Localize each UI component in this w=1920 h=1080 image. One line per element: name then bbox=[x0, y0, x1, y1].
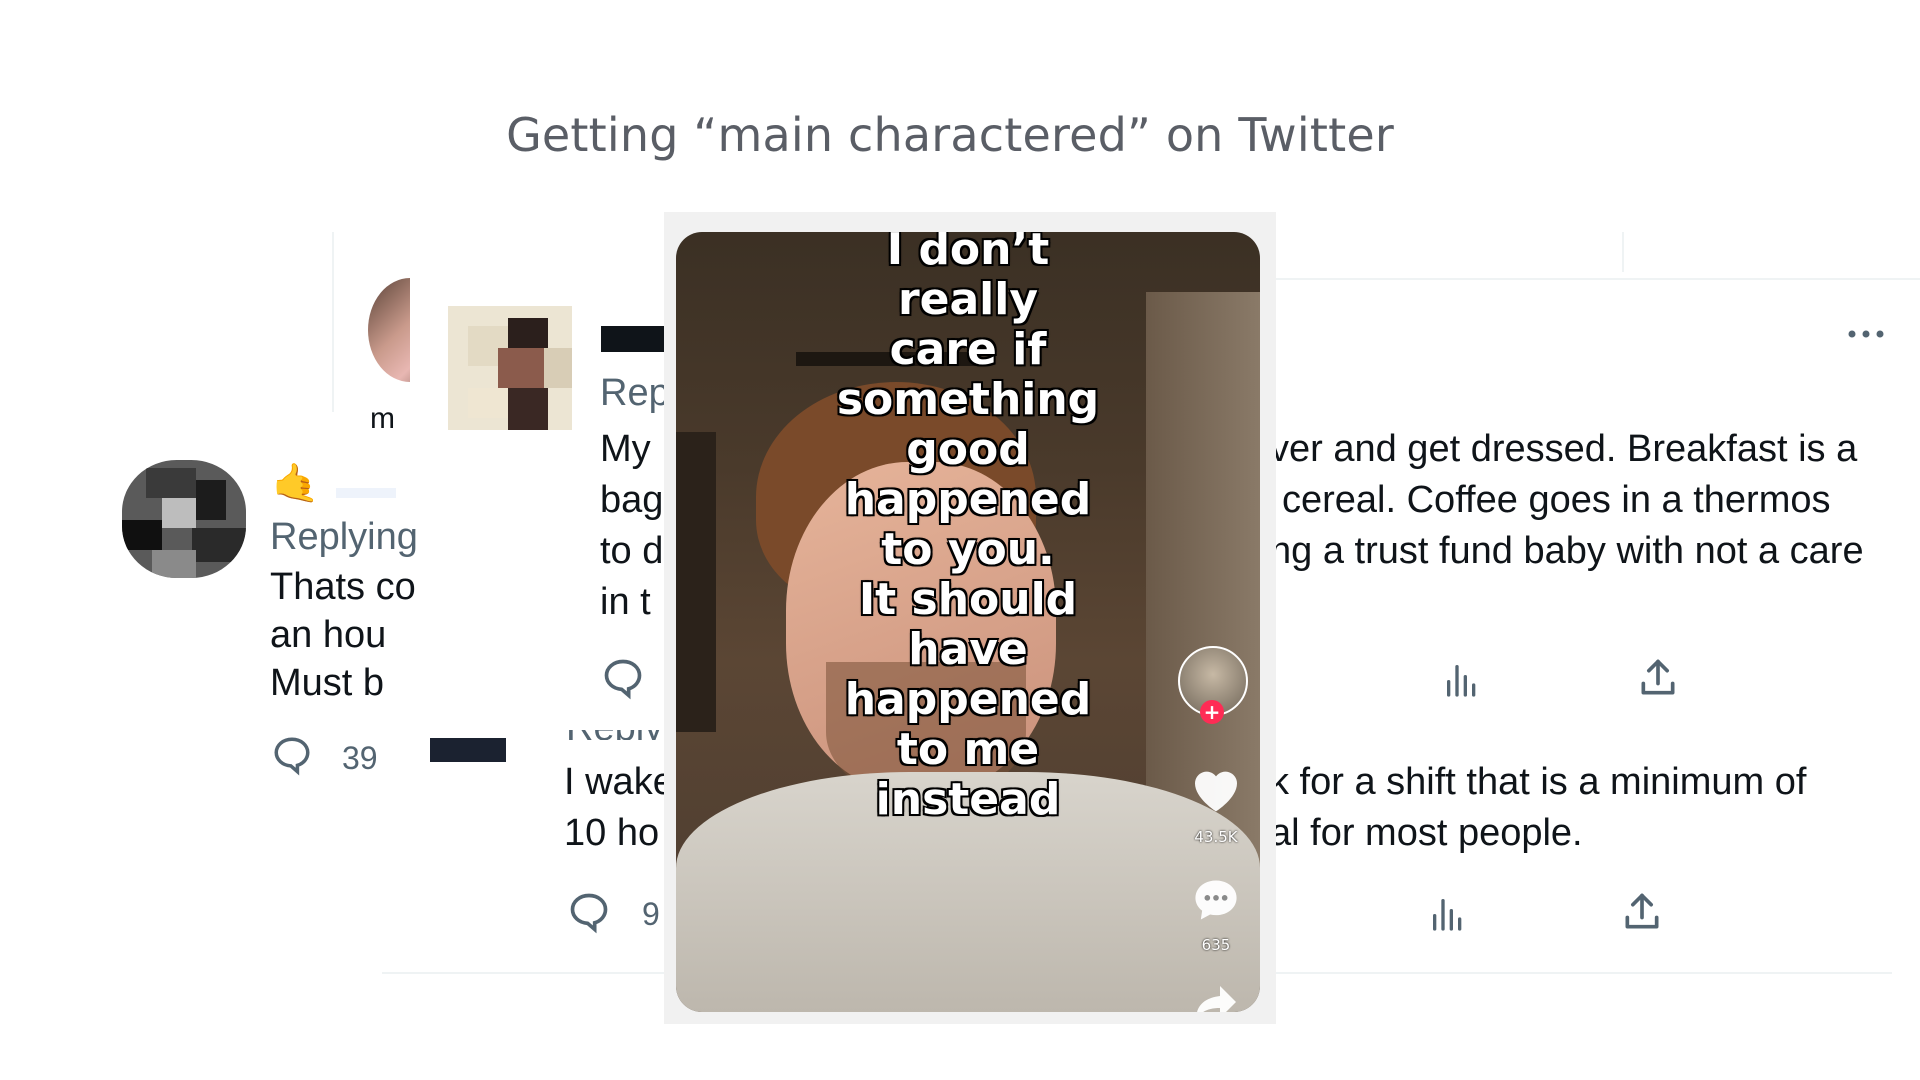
divider bbox=[332, 232, 334, 412]
tweet-text-line: bag bbox=[600, 479, 664, 521]
tiktok-video: I don’t really care if something good ha… bbox=[676, 232, 1260, 1012]
tweet-text-line: My bbox=[600, 428, 651, 470]
share-button[interactable] bbox=[1636, 656, 1680, 705]
avatar bbox=[122, 460, 246, 578]
reply-button[interactable] bbox=[566, 890, 612, 939]
overlay-caption-line: It should bbox=[858, 573, 1078, 626]
tweet-text-line: Must b bbox=[270, 662, 385, 704]
tweet-text-line: ng a trust fund baby with not a care bbox=[1270, 530, 1864, 572]
overlay-caption-line: have bbox=[907, 623, 1029, 676]
tweet-text-line: 10 ho bbox=[564, 812, 660, 854]
reply-icon bbox=[570, 893, 608, 934]
slide-title: Getting “main charactered” on Twitter bbox=[506, 108, 1394, 162]
replying-label: Replying bbox=[270, 516, 418, 558]
share-button[interactable] bbox=[1620, 890, 1664, 939]
overlay-caption-line: care if bbox=[889, 323, 1048, 376]
comment-button[interactable] bbox=[1190, 874, 1242, 931]
overlay-caption-line: to me bbox=[896, 723, 1040, 776]
overlay-caption-line: good bbox=[905, 423, 1030, 476]
analytics-icon bbox=[1447, 665, 1476, 697]
overlay-caption-line: to you. bbox=[880, 523, 1056, 576]
redacted-name bbox=[336, 488, 396, 498]
follow-button[interactable]: + bbox=[1200, 700, 1224, 724]
share-arrow-icon bbox=[1197, 986, 1236, 1012]
share-button[interactable] bbox=[1192, 982, 1240, 1012]
tweet-text-line: cereal. Coffee goes in a thermos bbox=[1282, 479, 1831, 521]
divider bbox=[1622, 232, 1624, 272]
reply-button[interactable] bbox=[270, 734, 314, 781]
redacted-name bbox=[430, 738, 506, 762]
reply-count: 39 bbox=[342, 740, 378, 776]
views-button[interactable] bbox=[1428, 894, 1468, 939]
more-options-button[interactable] bbox=[1846, 324, 1886, 349]
like-count: 43.5K bbox=[1194, 828, 1238, 846]
emoji-call-me: 🤙 bbox=[272, 463, 320, 505]
comment-count: 635 bbox=[1201, 936, 1231, 954]
tweet-text-line: al for most people. bbox=[1270, 812, 1583, 854]
tweet-text-line: in t bbox=[600, 581, 651, 623]
tweet-text-line: to d bbox=[600, 530, 664, 572]
overlay-caption-line: happened bbox=[844, 473, 1093, 526]
tweet-fragment: m bbox=[370, 404, 395, 428]
share-icon bbox=[1641, 659, 1675, 695]
more-icon bbox=[1848, 330, 1884, 338]
tweet-text-line: k for a shift that is a minimum of bbox=[1270, 761, 1807, 803]
overlay-caption-line: I don’t bbox=[886, 232, 1051, 276]
overlay-caption-line: instead bbox=[875, 773, 1062, 826]
replying-label: Rep bbox=[600, 372, 670, 414]
comment-icon bbox=[1195, 880, 1237, 920]
redacted-name bbox=[601, 326, 667, 352]
tweet-text-line: Thats co bbox=[270, 566, 416, 608]
overlay-caption-line: something bbox=[836, 373, 1100, 426]
tweet-text-line: an hou bbox=[270, 614, 387, 656]
reply-icon bbox=[604, 659, 642, 700]
reply-count: 9 bbox=[642, 896, 660, 932]
analytics-icon bbox=[1433, 899, 1462, 931]
reply-icon bbox=[274, 737, 310, 776]
reply-button[interactable] bbox=[600, 656, 646, 705]
share-icon bbox=[1625, 893, 1659, 929]
heart-icon bbox=[1195, 771, 1237, 812]
avatar bbox=[448, 306, 572, 430]
overlay-caption-line: really bbox=[897, 273, 1039, 326]
like-button[interactable] bbox=[1188, 762, 1244, 819]
tweet-text-line: ver and get dressed. Breakfast is a bbox=[1270, 428, 1858, 470]
views-button[interactable] bbox=[1442, 660, 1482, 705]
tweet-text-line: I wake bbox=[564, 761, 674, 803]
overlay-caption-line: happened bbox=[844, 673, 1093, 726]
